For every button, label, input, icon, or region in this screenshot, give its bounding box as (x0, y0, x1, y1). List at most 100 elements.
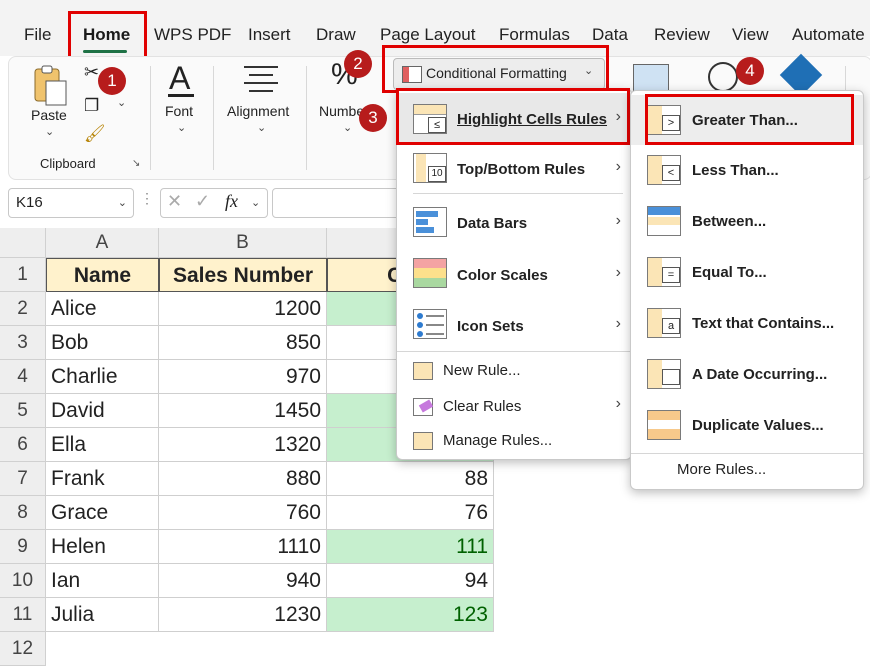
menu-item-less-than[interactable]: < Less Than... (631, 145, 863, 195)
row-header[interactable]: 11 (0, 598, 46, 632)
table-cell[interactable]: 880 (159, 462, 327, 496)
dialog-launcher-icon[interactable]: ↘ (132, 158, 140, 169)
tab-data[interactable]: Data (592, 25, 628, 45)
format-painter-icon[interactable]: 🖌 (84, 124, 106, 144)
row-header[interactable]: 12 (0, 632, 46, 666)
table-cell[interactable]: 1200 (159, 292, 327, 326)
insert-function-icon[interactable]: fx (225, 191, 238, 212)
menu-item-text-contains[interactable]: a Text that Contains... (631, 298, 863, 348)
menu-separator (631, 453, 863, 454)
table-cell[interactable]: 1320 (159, 428, 327, 462)
menu-item-date-occurring[interactable]: A Date Occurring... (631, 349, 863, 399)
data-bars-icon (413, 207, 447, 237)
table-cell[interactable]: 76 (327, 496, 494, 530)
tab-formulas[interactable]: Formulas (499, 25, 570, 45)
tab-page-layout[interactable]: Page Layout (380, 25, 475, 45)
table-cell[interactable]: 1450 (159, 394, 327, 428)
fx-chevron-icon[interactable]: ⌄ (251, 196, 260, 209)
column-header-b[interactable]: B (159, 228, 327, 258)
find-select-icon[interactable] (708, 62, 738, 92)
menu-item-top-bottom-rules[interactable]: 10 Top/Bottom Rules › (397, 145, 631, 195)
formula-bar-grip-icon: ⋮ (140, 190, 154, 206)
top-bottom-rules-icon: 10 (413, 153, 447, 183)
tab-view[interactable]: View (732, 25, 769, 45)
table-cell[interactable]: Ian (46, 564, 159, 598)
row-header[interactable]: 1 (0, 258, 46, 292)
row-header[interactable]: 6 (0, 428, 46, 462)
enter-icon[interactable]: ✓ (195, 191, 210, 212)
table-cell[interactable]: David (46, 394, 159, 428)
menu-item-clear-rules[interactable]: Clear Rules › (397, 391, 631, 425)
table-cell[interactable]: Ella (46, 428, 159, 462)
font-group-label[interactable]: Font (165, 103, 193, 119)
copy-icon[interactable]: ❐ (84, 96, 99, 116)
table-cell[interactable]: 111 (327, 530, 494, 564)
menu-item-equal-to[interactable]: = Equal To... (631, 247, 863, 297)
table-cell[interactable]: 850 (159, 326, 327, 360)
tab-wps-pdf[interactable]: WPS PDF (154, 25, 231, 45)
tab-review[interactable]: Review (654, 25, 710, 45)
menu-item-duplicate-values[interactable]: Duplicate Values... (631, 400, 863, 450)
menu-item-between[interactable]: Between... (631, 196, 863, 246)
table-cell[interactable]: Grace (46, 496, 159, 530)
row-header[interactable]: 10 (0, 564, 46, 598)
menu-item-color-scales[interactable]: Color Scales › (397, 249, 631, 299)
top-bottom-rules-label: Top/Bottom Rules (457, 161, 586, 178)
tab-automate[interactable]: Automate (792, 25, 865, 45)
table-cell[interactable]: Bob (46, 326, 159, 360)
name-box-value: K16 (16, 194, 43, 211)
font-chevron-icon[interactable]: ⌄ (177, 121, 186, 134)
tab-draw[interactable]: Draw (316, 25, 356, 45)
table-cell[interactable]: 94 (327, 564, 494, 598)
name-box[interactable]: K16 ⌄ (8, 188, 134, 218)
select-all-corner[interactable] (0, 228, 46, 258)
tab-file[interactable]: File (24, 25, 51, 45)
paste-chevron-icon[interactable]: ⌄ (45, 125, 54, 138)
clipboard-group-label: Clipboard (40, 156, 96, 171)
table-cell[interactable]: Julia (46, 598, 159, 632)
menu-separator (397, 351, 631, 352)
row-header[interactable]: 8 (0, 496, 46, 530)
table-cell[interactable]: 123 (327, 598, 494, 632)
paste-button[interactable] (30, 63, 70, 109)
duplicate-values-label: Duplicate Values... (692, 417, 824, 434)
table-cell[interactable]: 88 (327, 462, 494, 496)
between-label: Between... (692, 213, 767, 230)
format-as-table-icon[interactable] (633, 64, 669, 92)
menu-item-icon-sets[interactable]: Icon Sets › (397, 301, 631, 351)
table-cell[interactable]: Helen (46, 530, 159, 564)
alignment-group-label[interactable]: Alignment (227, 103, 289, 119)
cut-icon[interactable]: ✂ (84, 62, 99, 83)
table-cell[interactable]: 970 (159, 360, 327, 394)
table-cell[interactable]: Alice (46, 292, 159, 326)
copy-chevron-icon[interactable]: ⌄ (117, 96, 126, 109)
font-icon[interactable]: A (166, 60, 196, 102)
alignment-icon[interactable] (244, 66, 278, 92)
menu-item-manage-rules[interactable]: Manage Rules... (397, 427, 631, 457)
new-rule-label: New Rule... (443, 362, 521, 379)
menu-item-new-rule[interactable]: New Rule... (397, 355, 631, 389)
row-header[interactable]: 5 (0, 394, 46, 428)
row-header[interactable]: 2 (0, 292, 46, 326)
table-cell[interactable]: Charlie (46, 360, 159, 394)
row-header[interactable]: 9 (0, 530, 46, 564)
table-cell[interactable]: 940 (159, 564, 327, 598)
menu-item-more-rules[interactable]: More Rules... (631, 455, 863, 487)
table-header-cell[interactable]: Name (46, 258, 159, 292)
row-header[interactable]: 4 (0, 360, 46, 394)
table-cell[interactable]: Frank (46, 462, 159, 496)
row-header[interactable]: 3 (0, 326, 46, 360)
table-header-cell[interactable]: Sales Number (159, 258, 327, 292)
tab-insert[interactable]: Insert (248, 25, 291, 45)
table-cell[interactable]: 760 (159, 496, 327, 530)
table-cell[interactable]: 1110 (159, 530, 327, 564)
column-header-a[interactable]: A (46, 228, 159, 258)
menu-item-data-bars[interactable]: Data Bars › (397, 197, 631, 247)
formula-input[interactable] (272, 188, 414, 218)
more-rules-label: More Rules... (677, 461, 767, 478)
alignment-chevron-icon[interactable]: ⌄ (257, 121, 266, 134)
cancel-icon[interactable]: ✕ (167, 191, 182, 212)
row-header[interactable]: 7 (0, 462, 46, 496)
table-cell[interactable]: 1230 (159, 598, 327, 632)
number-chevron-icon[interactable]: ⌄ (343, 121, 352, 134)
